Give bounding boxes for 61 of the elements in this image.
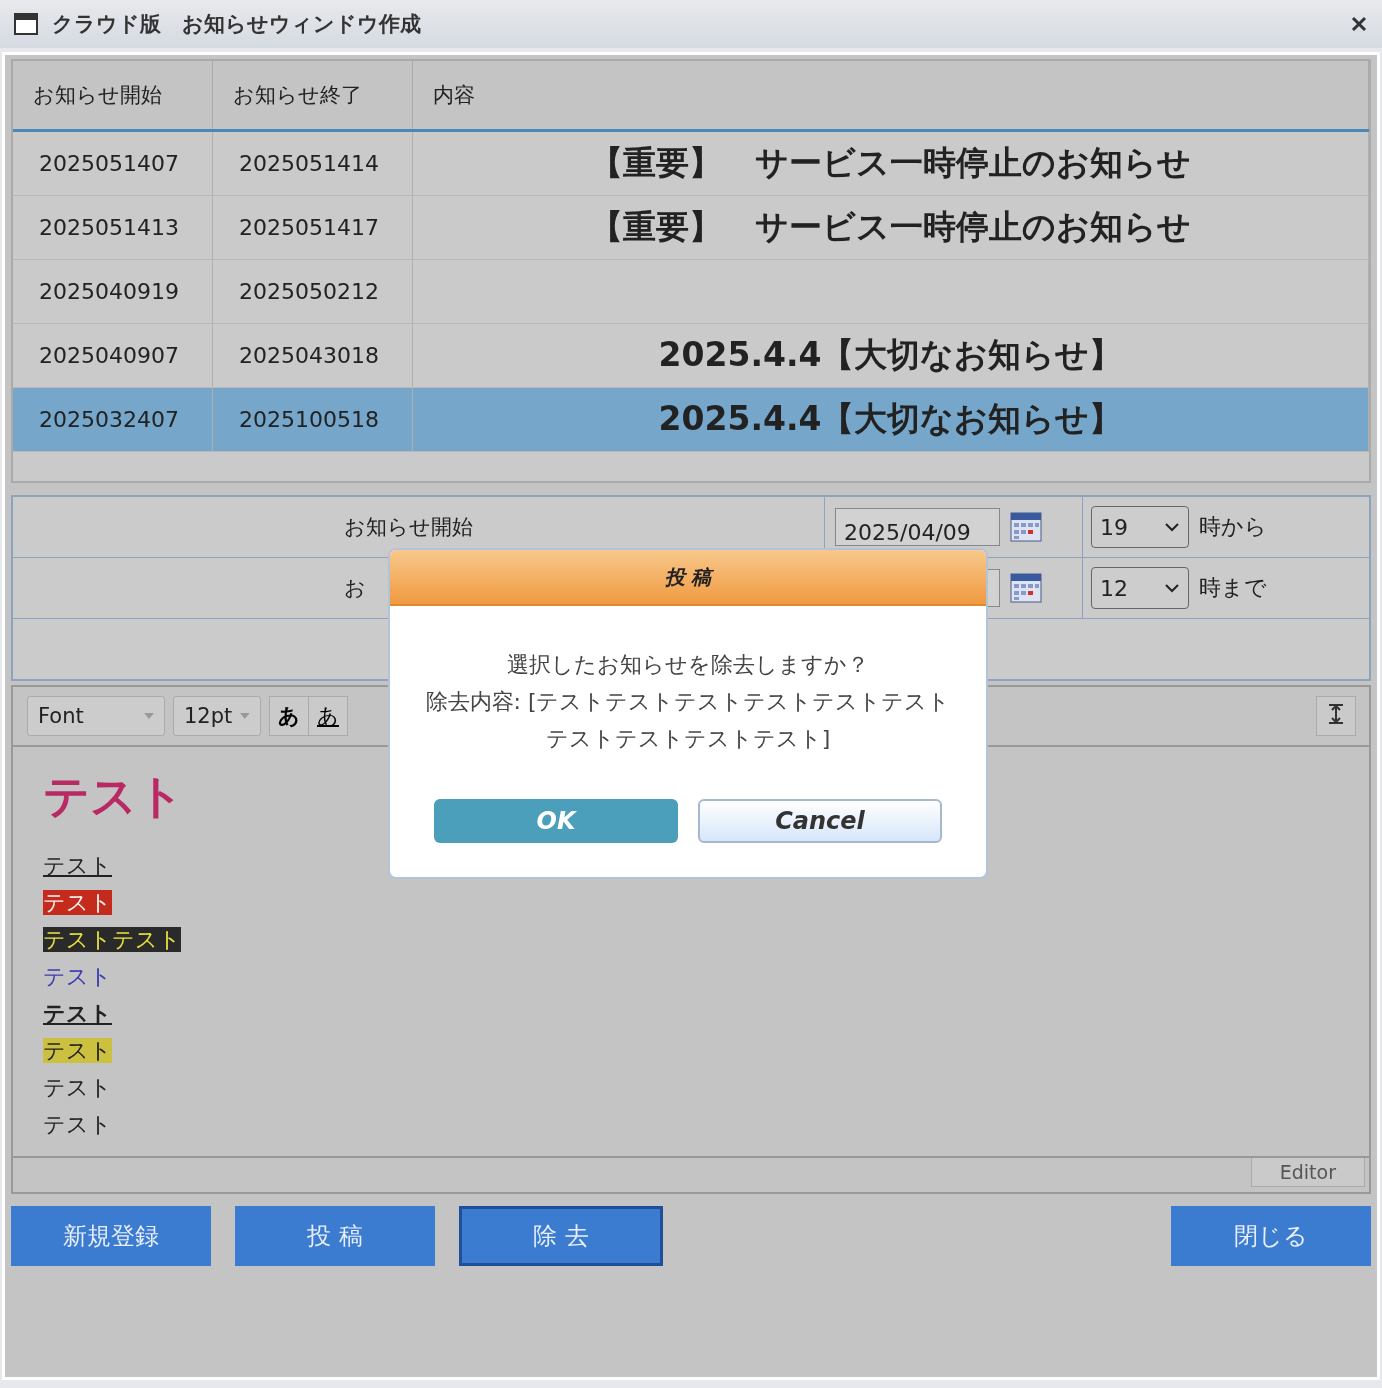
editor-text: テスト — [43, 769, 184, 825]
table-cell: 2025040919 — [13, 260, 213, 323]
dialog-message: 選択したお知らせを除去しますか？ — [507, 651, 869, 679]
dialog-title: 投 稿 — [664, 563, 712, 591]
close-icon[interactable] — [1350, 15, 1368, 33]
caret-down-icon — [144, 713, 154, 719]
table-row[interactable]: 2025051407 2025051414 【重要】 サービス一時停止のお知らせ — [13, 132, 1369, 196]
calendar-icon[interactable] — [1010, 512, 1042, 542]
editor-text: テスト — [43, 853, 112, 879]
column-header[interactable]: お知らせ開始 — [13, 61, 213, 129]
action-button[interactable]: 投 稿 — [235, 1206, 435, 1266]
dialog-message: 除去内容: [テストテストテストテストテストテストテストテストテストテスト] — [424, 688, 952, 753]
calendar-icon[interactable] — [1010, 573, 1042, 603]
style-button[interactable]: あ — [308, 696, 348, 736]
table-cell: 2025051407 — [13, 132, 213, 195]
table-cell-text: 2025.4.4【大切なお知らせ】 — [658, 334, 1123, 376]
editor-text: テスト — [43, 1112, 112, 1138]
window-icon — [14, 13, 38, 35]
column-header[interactable]: お知らせ終了 — [213, 61, 413, 129]
caret-down-icon — [240, 713, 250, 719]
editor-text: テスト — [43, 1001, 112, 1027]
table-cell: 2025032407 — [13, 388, 213, 451]
editor-text: テスト — [43, 1038, 112, 1064]
table-row[interactable]: 2025040919 2025050212 — [13, 260, 1369, 324]
table-cell: 2025051414 — [213, 132, 413, 195]
field-label: 時から — [1199, 513, 1267, 541]
table-cell-text: 2025.4.4【大切なお知らせ】 — [658, 398, 1123, 440]
action-button[interactable]: 除 去 — [459, 1206, 663, 1266]
size-dropdown[interactable]: 12pt — [173, 696, 261, 736]
table-cell-text: 【重要】 サービス一時停止のお知らせ — [590, 142, 1191, 184]
hour-select[interactable]: 12 — [1091, 567, 1189, 609]
table-cell: 2025050212 — [213, 260, 413, 323]
style-button[interactable]: あ — [269, 696, 309, 736]
font-dropdown[interactable]: Font — [27, 696, 165, 736]
editor-text: テスト — [43, 964, 112, 990]
cancel-button[interactable]: Cancel — [698, 799, 942, 843]
hour-select[interactable]: 19 — [1091, 506, 1189, 548]
close-button[interactable]: 閉じる — [1171, 1206, 1371, 1266]
chevron-down-icon — [1164, 522, 1180, 532]
field-label: お — [343, 575, 367, 602]
editor-text: テストテスト — [43, 927, 181, 953]
table-cell: 2025100518 — [213, 388, 413, 451]
field-label: お知らせ開始 — [343, 514, 474, 541]
editor-text: テスト — [43, 1075, 112, 1101]
line-height-button[interactable] — [1316, 696, 1356, 736]
editor-text: テスト — [43, 890, 112, 916]
table-cell: 2025043018 — [213, 324, 413, 387]
table-cell: 2025051413 — [13, 196, 213, 259]
line-height-icon — [1326, 701, 1346, 726]
editor-tab[interactable]: Editor — [1250, 1158, 1365, 1187]
table-cell-text: 【重要】 サービス一時停止のお知らせ — [590, 206, 1191, 248]
table-cell: 2025040907 — [13, 324, 213, 387]
action-button[interactable]: 新規登録 — [11, 1206, 211, 1266]
table-row[interactable]: 2025051413 2025051417 【重要】 サービス一時停止のお知らせ — [13, 196, 1369, 260]
table-cell: 2025051417 — [213, 196, 413, 259]
chevron-down-icon — [1164, 583, 1180, 593]
date-field[interactable]: 2025/04/09 — [835, 508, 1000, 546]
field-label: 時まで — [1199, 574, 1267, 602]
table-row[interactable]: 2025032407 2025100518 2025.4.4【大切なお知らせ】 — [13, 388, 1369, 452]
column-header[interactable]: 内容 — [413, 61, 1369, 129]
window-title: クラウド版 お知らせウィンドウ作成 — [52, 11, 421, 38]
